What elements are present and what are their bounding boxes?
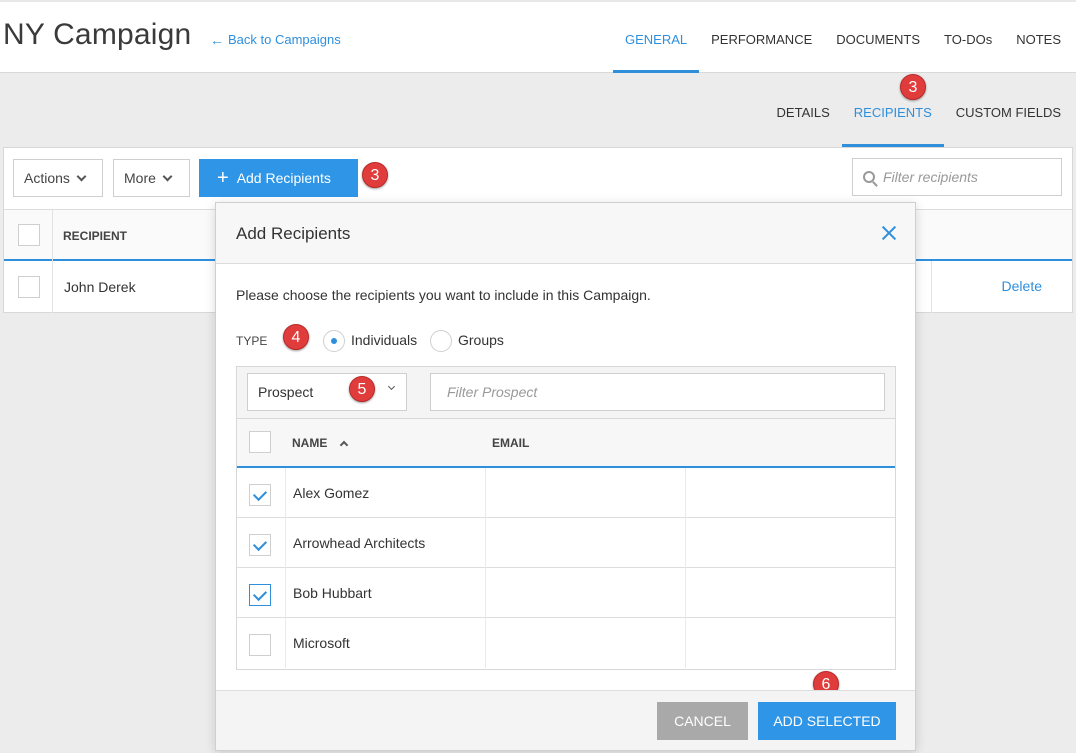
actions-label: Actions bbox=[24, 170, 70, 186]
add-recipients-label: Add Recipients bbox=[236, 170, 331, 186]
filter-prospect-input[interactable] bbox=[431, 374, 884, 410]
name-column-header[interactable]: NAME bbox=[292, 436, 348, 450]
list-item[interactable]: Arrowhead Architects bbox=[237, 518, 895, 568]
back-link-label: Back to Campaigns bbox=[228, 32, 341, 47]
modal-title: Add Recipients bbox=[236, 224, 351, 243]
column-divider bbox=[485, 518, 486, 568]
column-divider bbox=[285, 568, 286, 618]
add-recipients-modal: Add Recipients Please choose the recipie… bbox=[215, 202, 916, 751]
modal-intro-text: Please choose the recipients you want to… bbox=[236, 287, 651, 303]
row-checkbox[interactable] bbox=[249, 634, 271, 656]
select-all-checkbox[interactable] bbox=[18, 224, 40, 246]
modal-footer: CANCEL ADD SELECTED bbox=[216, 690, 915, 750]
column-divider bbox=[285, 518, 286, 568]
recipient-column-header[interactable]: RECIPIENT bbox=[63, 229, 127, 243]
callout-badge: 5 bbox=[349, 376, 375, 402]
column-divider bbox=[685, 518, 686, 568]
prospect-name: Microsoft bbox=[293, 635, 350, 651]
prospect-select-value: Prospect bbox=[258, 384, 314, 400]
tab-todos[interactable]: TO-DOs bbox=[932, 2, 1004, 73]
row-checkbox[interactable] bbox=[18, 276, 40, 298]
callout-badge: 3 bbox=[362, 162, 388, 188]
column-divider bbox=[285, 618, 286, 668]
prospect-name: Alex Gomez bbox=[293, 485, 370, 501]
tab-performance[interactable]: PERFORMANCE bbox=[699, 2, 824, 73]
row-checkbox[interactable] bbox=[249, 584, 271, 606]
prospect-list-panel: Prospect 5 NAME EMAIL Alex Gomez bbox=[236, 366, 896, 670]
column-divider bbox=[285, 468, 286, 518]
chevron-down-icon bbox=[387, 382, 396, 391]
arrow-left-icon: ← bbox=[210, 31, 224, 48]
chevron-down-icon bbox=[76, 171, 87, 181]
callout-badge: 3 bbox=[900, 74, 926, 100]
list-item[interactable]: Microsoft bbox=[237, 618, 895, 668]
subtab-details[interactable]: DETAILS bbox=[765, 80, 842, 147]
prospect-type-select[interactable]: Prospect bbox=[247, 373, 407, 411]
column-divider bbox=[931, 261, 932, 313]
delete-link[interactable]: Delete bbox=[1002, 278, 1042, 294]
back-to-campaigns-link[interactable]: ← Back to Campaigns bbox=[210, 32, 341, 47]
list-item[interactable]: Bob Hubbart bbox=[237, 568, 895, 618]
chevron-down-icon bbox=[162, 171, 173, 181]
prospect-toolbar: Prospect 5 bbox=[237, 367, 895, 419]
column-divider bbox=[52, 210, 53, 262]
recipient-name: John Derek bbox=[64, 279, 136, 295]
cancel-button[interactable]: CANCEL bbox=[657, 702, 748, 740]
column-divider bbox=[685, 568, 686, 618]
prospect-name: Bob Hubbart bbox=[293, 585, 372, 601]
more-dropdown[interactable]: More bbox=[113, 159, 190, 197]
radio-individuals-label[interactable]: Individuals bbox=[351, 332, 417, 348]
filter-recipients-input[interactable] bbox=[883, 169, 1053, 185]
radio-groups[interactable] bbox=[430, 330, 452, 352]
radio-groups-label[interactable]: Groups bbox=[458, 332, 504, 348]
column-divider bbox=[485, 468, 486, 518]
tab-general[interactable]: GENERAL bbox=[613, 2, 700, 73]
tab-documents[interactable]: DOCUMENTS bbox=[824, 2, 932, 73]
modal-header: Add Recipients bbox=[216, 203, 915, 264]
add-recipients-button[interactable]: + Add Recipients bbox=[199, 159, 358, 197]
column-divider bbox=[685, 618, 686, 668]
column-divider bbox=[485, 568, 486, 618]
search-icon bbox=[863, 171, 875, 183]
close-icon[interactable] bbox=[881, 225, 897, 241]
plus-icon: + bbox=[217, 167, 229, 189]
column-divider bbox=[52, 261, 53, 313]
column-divider bbox=[485, 618, 486, 668]
type-label: TYPE bbox=[236, 334, 268, 348]
subtab-custom-fields[interactable]: CUSTOM FIELDS bbox=[944, 80, 1073, 147]
prospect-table-header: NAME EMAIL bbox=[237, 419, 895, 468]
actions-dropdown[interactable]: Actions bbox=[13, 159, 103, 197]
filter-prospect-field[interactable] bbox=[430, 373, 885, 411]
row-checkbox[interactable] bbox=[249, 484, 271, 506]
name-column-label: NAME bbox=[292, 436, 328, 450]
more-label: More bbox=[124, 170, 156, 186]
page-title: NY Campaign bbox=[3, 18, 192, 51]
radio-individuals[interactable] bbox=[323, 330, 345, 352]
row-checkbox[interactable] bbox=[249, 534, 271, 556]
select-all-checkbox[interactable] bbox=[249, 431, 271, 453]
prospect-name: Arrowhead Architects bbox=[293, 535, 426, 551]
tab-notes[interactable]: NOTES bbox=[1004, 2, 1073, 73]
email-column-header[interactable]: EMAIL bbox=[492, 436, 529, 450]
list-item[interactable]: Alex Gomez bbox=[237, 468, 895, 518]
add-selected-button[interactable]: ADD SELECTED bbox=[758, 702, 896, 740]
filter-recipients-field[interactable] bbox=[852, 158, 1062, 196]
top-header: NY Campaign ← Back to Campaigns GENERAL … bbox=[0, 0, 1076, 73]
column-divider bbox=[685, 468, 686, 518]
main-tabs: GENERAL PERFORMANCE DOCUMENTS TO-DOs NOT… bbox=[613, 2, 1073, 73]
callout-badge: 4 bbox=[283, 324, 309, 350]
subtab-recipients[interactable]: RECIPIENTS bbox=[841, 80, 944, 147]
sort-ascending-icon bbox=[339, 440, 348, 450]
